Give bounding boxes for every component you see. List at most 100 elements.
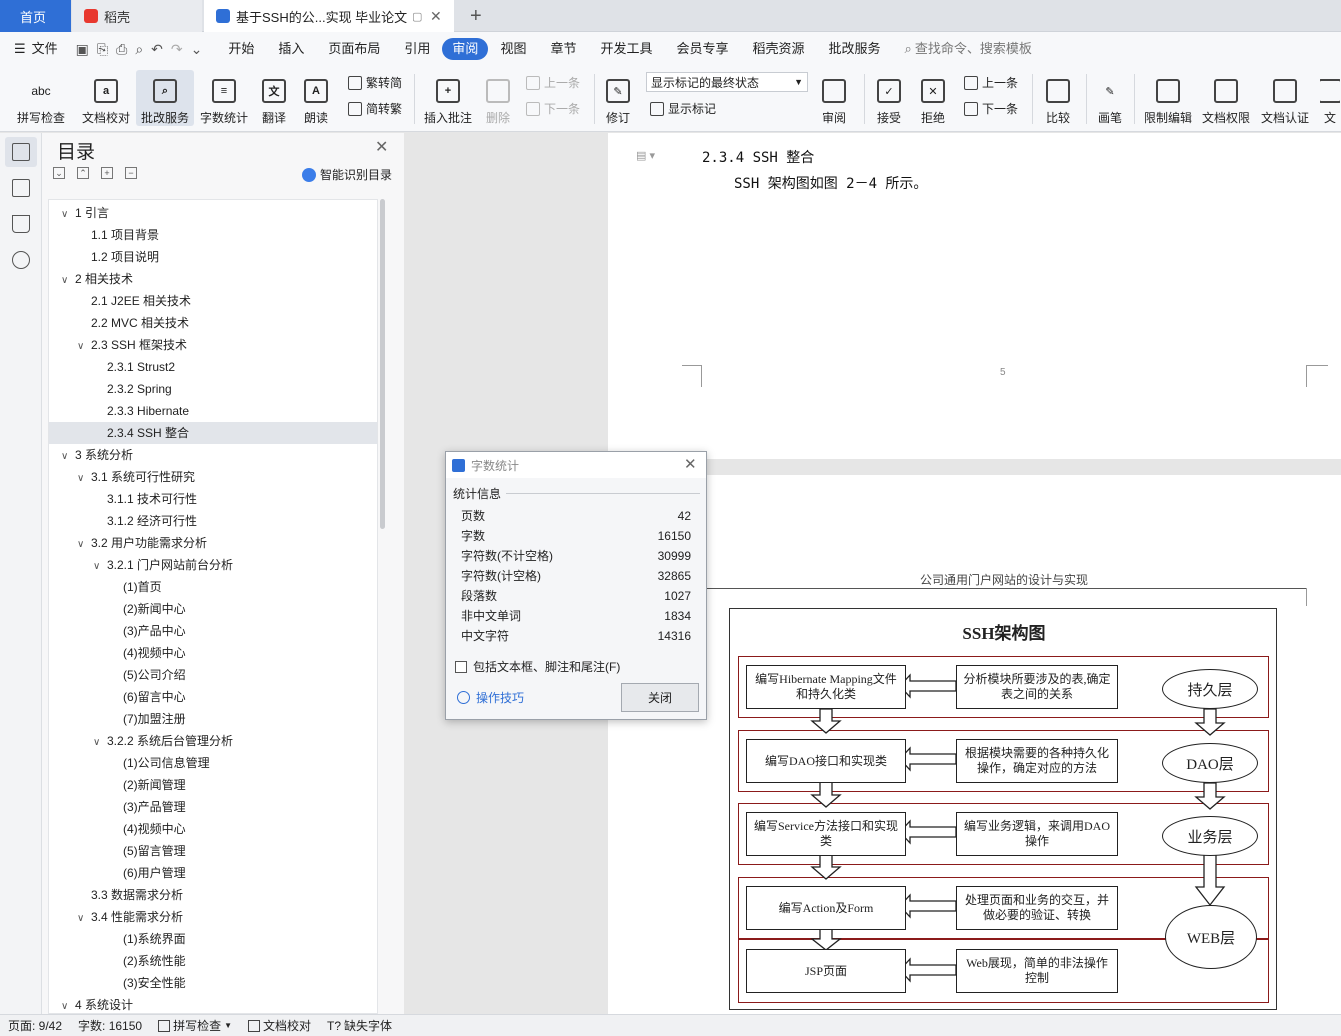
doc-check-status[interactable]: 文档校对: [240, 1017, 319, 1034]
chapter-nav-icon[interactable]: [12, 179, 30, 197]
paragraph-menu-icon[interactable]: ▤ ▾: [636, 149, 655, 162]
doc-more-button[interactable]: 文: [1320, 70, 1340, 126]
toc-item[interactable]: (7)加盟注册: [49, 708, 377, 730]
doc-permission-button[interactable]: 文档权限: [1200, 70, 1252, 126]
toc-item[interactable]: 2.3.4 SSH 整合: [49, 422, 377, 444]
checkbox-box[interactable]: [455, 660, 467, 673]
expand-caret-icon[interactable]: ∨: [93, 556, 107, 578]
expand-caret-icon[interactable]: ∨: [61, 204, 75, 226]
markup-state-select[interactable]: 显示标记的最终状态 ▼: [646, 72, 808, 92]
doc-auth-button[interactable]: 文档认证: [1259, 70, 1311, 126]
expand-caret-icon[interactable]: ∨: [61, 996, 75, 1013]
word-count-button[interactable]: ≡ 字数统计: [198, 70, 250, 126]
toc-item[interactable]: ∨ 3.2.1 门户网站前台分析: [49, 554, 377, 578]
toc-item[interactable]: 2.3.2 Spring: [49, 378, 377, 400]
tab-daoke[interactable]: 稻壳: [72, 0, 202, 32]
toc-item[interactable]: (5)留言管理: [49, 840, 377, 862]
menu-review[interactable]: 审阅: [442, 38, 489, 60]
toc-item[interactable]: 3.1.2 经济可行性: [49, 510, 377, 532]
export-icon[interactable]: ⎘: [97, 41, 108, 58]
prev-change-button[interactable]: 上一条: [964, 74, 1018, 91]
menu-chapter[interactable]: 章节: [538, 38, 588, 60]
expand-all-icon[interactable]: ⌃: [77, 167, 89, 179]
delete-comment-button[interactable]: 删除: [480, 70, 516, 126]
add-heading-icon[interactable]: +: [101, 167, 113, 179]
doc-check-button[interactable]: a 文档校对: [80, 70, 132, 126]
toc-item[interactable]: 2.3.1 Strust2: [49, 356, 377, 378]
menu-references[interactable]: 引用: [392, 38, 442, 60]
toc-item[interactable]: (4)视频中心: [49, 818, 377, 840]
toc-item[interactable]: ∨ 4 系统设计: [49, 994, 377, 1013]
expand-caret-icon[interactable]: ∨: [77, 908, 91, 930]
expand-caret-icon[interactable]: ∨: [77, 336, 91, 358]
simp-to-trad-button[interactable]: 简转繁: [348, 100, 402, 117]
reject-button[interactable]: ✕ 拒绝: [914, 70, 952, 126]
missing-font-status[interactable]: T? 缺失字体: [319, 1017, 400, 1034]
file-menu[interactable]: ☰ 文件: [0, 38, 70, 60]
toc-item[interactable]: ∨ 1 引言: [49, 202, 377, 226]
translate-button[interactable]: 文翻译: [256, 70, 292, 126]
document-page[interactable]: ▤ ▾ 2.3.4 SSH 整合 SSH 架构图如图 2－4 所示。 5: [608, 133, 1341, 459]
expand-caret-icon[interactable]: ∨: [77, 534, 91, 556]
trad-to-simp-button[interactable]: 繁转简: [348, 74, 402, 91]
tab-document[interactable]: 基于SSH的公...实现 毕业论文 ▢ ✕: [204, 0, 454, 32]
correct-service-button[interactable]: ⌕ 批改服务: [136, 70, 194, 126]
toc-item[interactable]: (2)系统性能: [49, 950, 377, 972]
close-icon[interactable]: ✕: [375, 137, 388, 157]
toc-item[interactable]: ∨ 3 系统分析: [49, 444, 377, 468]
toc-item[interactable]: ∨ 3.4 性能需求分析: [49, 906, 377, 930]
command-search[interactable]: ⌕ 查找命令、搜索模板: [893, 38, 1044, 60]
close-button[interactable]: 关闭: [621, 683, 699, 712]
toc-item[interactable]: ∨ 2 相关技术: [49, 268, 377, 290]
toc-item[interactable]: (6)留言中心: [49, 686, 377, 708]
toc-item[interactable]: (3)产品管理: [49, 796, 377, 818]
toc-item[interactable]: ∨ 2.3 SSH 框架技术: [49, 334, 377, 358]
toc-item[interactable]: ∨ 3.2 用户功能需求分析: [49, 532, 377, 556]
toc-item[interactable]: (1)系统界面: [49, 928, 377, 950]
insert-comment-button[interactable]: + 插入批注: [422, 70, 474, 126]
toc-item[interactable]: 3.1.1 技术可行性: [49, 488, 377, 510]
redo-icon[interactable]: ↷: [171, 41, 183, 58]
toc-icon[interactable]: [12, 143, 30, 161]
toc-item[interactable]: (4)视频中心: [49, 642, 377, 664]
toc-item[interactable]: (1)公司信息管理: [49, 752, 377, 774]
undo-icon[interactable]: ↶: [151, 41, 163, 58]
expand-caret-icon[interactable]: ∨: [61, 446, 75, 468]
menu-member[interactable]: 会员专享: [664, 38, 740, 60]
dialog-titlebar[interactable]: 字数统计: [446, 452, 706, 478]
read-aloud-button[interactable]: A 朗读: [298, 70, 334, 126]
expand-caret-icon[interactable]: ∨: [93, 732, 107, 754]
menu-view[interactable]: 视图: [488, 38, 538, 60]
print-preview-icon[interactable]: ⌕: [135, 41, 143, 58]
accept-button[interactable]: ✓ 接受: [870, 70, 908, 126]
pin-icon[interactable]: ▢: [412, 10, 422, 23]
compare-button[interactable]: 比较: [1040, 70, 1076, 126]
review-pane-button[interactable]: 审阅: [816, 70, 852, 126]
show-markup-button[interactable]: 显示标记: [650, 100, 716, 117]
close-icon[interactable]: ✕: [684, 455, 697, 473]
menu-start[interactable]: 开始: [216, 38, 266, 60]
toc-item[interactable]: (2)新闻管理: [49, 774, 377, 796]
restrict-edit-button[interactable]: 限制编辑: [1142, 70, 1194, 126]
toc-item[interactable]: (5)公司介绍: [49, 664, 377, 686]
smart-toc-button[interactable]: 智能识别目录: [302, 166, 392, 183]
toc-scrollbar[interactable]: [380, 199, 385, 529]
page-indicator[interactable]: 页面: 9/42: [0, 1017, 70, 1034]
new-tab-button[interactable]: +: [458, 0, 488, 32]
word-count-indicator[interactable]: 字数: 16150: [70, 1017, 150, 1034]
menu-correct-service[interactable]: 批改服务: [817, 38, 893, 60]
collapse-all-icon[interactable]: ⌄: [53, 167, 65, 179]
toc-item[interactable]: (3)安全性能: [49, 972, 377, 994]
toc-item[interactable]: 2.2 MVC 相关技术: [49, 312, 377, 334]
pen-button[interactable]: ✎ 画笔: [1094, 70, 1126, 126]
menu-developer[interactable]: 开发工具: [588, 38, 664, 60]
toc-item[interactable]: (1)首页: [49, 576, 377, 598]
remove-heading-icon[interactable]: −: [125, 167, 137, 179]
tab-home[interactable]: 首页: [0, 0, 71, 32]
toc-item[interactable]: ∨ 3.1 系统可行性研究: [49, 466, 377, 488]
toc-item[interactable]: ∨ 3.2.2 系统后台管理分析: [49, 730, 377, 754]
search-icon[interactable]: [12, 251, 30, 269]
print-icon[interactable]: ⎙: [116, 41, 127, 58]
track-changes-button[interactable]: ✎ 修订: [600, 70, 636, 126]
document-page[interactable]: 公司通用门户网站的设计与实现 SSH架构图 编写Hibernate Mappin…: [608, 475, 1341, 1014]
